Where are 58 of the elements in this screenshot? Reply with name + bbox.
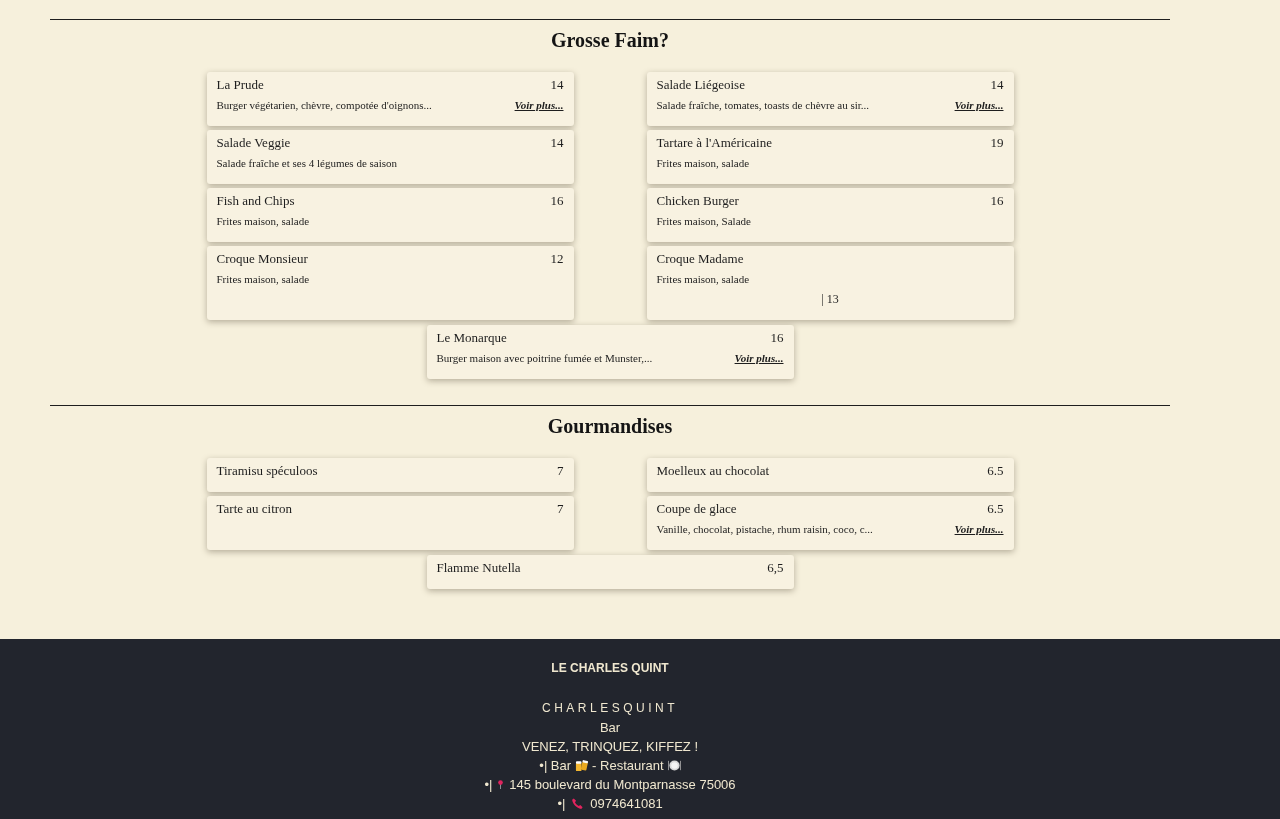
dish-price: 19 [990, 135, 1004, 151]
dish-price: 7 [557, 501, 564, 517]
dish-price: 14 [550, 77, 564, 93]
footer-text: - Restaurant [592, 757, 664, 775]
dish-name: Coupe de glace [656, 501, 737, 517]
dish-description: Frites maison, salade [656, 272, 750, 287]
dish-price: 16 [550, 193, 564, 209]
footer-text: 0974641081 [590, 795, 663, 813]
section-heading: Grosse Faim? [551, 28, 669, 52]
dish-price: 12 [550, 251, 564, 267]
dish-name: Salade Liégeoise [656, 77, 745, 93]
see-more-link[interactable]: Voir plus... [954, 521, 1004, 537]
dish-price: 6.5 [987, 463, 1004, 479]
dish-name: Fish and Chips [216, 193, 295, 209]
dish-description: Salade fraîche, tomates, toasts de chèvre au sir... [656, 98, 870, 113]
see-more-link[interactable]: Voir plus... [954, 97, 1004, 113]
footer-text: •| [557, 795, 566, 813]
dish-name: Tiramisu spéculoos [216, 463, 318, 479]
see-more-link[interactable]: Voir plus... [514, 97, 564, 113]
dish-price: 14 [990, 77, 1004, 93]
dish-name: La Prude [216, 77, 264, 93]
dish-name: Salade Veggie [216, 135, 291, 151]
dish-description: Frites maison, salade [656, 156, 750, 171]
dish-description: Burger maison avec poitrine fumée et Munster,... [436, 351, 653, 366]
dish-price: 6.5 [987, 501, 1004, 517]
see-more-link[interactable]: Voir plus... [734, 350, 784, 366]
dish-price: 6,5 [767, 560, 784, 576]
plate-cutlery-icon [667, 759, 681, 772]
dish-name: Croque Madame [656, 251, 744, 267]
pin-icon [496, 778, 506, 791]
dish-name: Tartare à l'Américaine [656, 135, 772, 151]
phone-icon [571, 797, 585, 810]
dish-price: 7 [557, 463, 564, 479]
section-heading: Gourmandises [547, 414, 673, 438]
dish-description: Frites maison, salade [216, 214, 310, 229]
footer-text: •| Bar [539, 757, 572, 775]
dish-description: Burger végétarien, chèvre, compotée d'oignons... [216, 98, 432, 113]
footer-text: Bar [599, 719, 621, 737]
dish-description: Frites maison, salade [216, 272, 310, 287]
brand-name: CHARLESQUINT [542, 700, 678, 717]
dish-name: Moelleux au chocolat [656, 463, 770, 479]
beer-mugs-icon [575, 759, 589, 772]
footer-text: •| [484, 776, 493, 794]
dish-name: Le Monarque [436, 330, 507, 346]
footer-text: 145 boulevard du Montparnasse 75006 [509, 776, 736, 794]
dish-name: Chicken Burger [656, 193, 739, 209]
dish-price: | 13 [821, 291, 839, 307]
dish-name: Tarte au citron [216, 501, 293, 517]
dish-description: Salade fraîche et ses 4 légumes de saison [216, 156, 398, 171]
dish-price: 16 [990, 193, 1004, 209]
dish-description: Vanille, chocolat, pistache, rhum raisin, coco, c... [656, 522, 873, 537]
dish-price: 14 [550, 135, 564, 151]
footer-title: LE CHARLES QUINT [551, 660, 669, 677]
dish-description: Frites maison, Salade [656, 214, 751, 229]
dish-name: Croque Monsieur [216, 251, 308, 267]
footer-text: VENEZ, TRINQUEZ, KIFFEZ ! [522, 738, 698, 756]
dish-price: 16 [770, 330, 784, 346]
dish-name: Flamme Nutella [436, 560, 521, 576]
